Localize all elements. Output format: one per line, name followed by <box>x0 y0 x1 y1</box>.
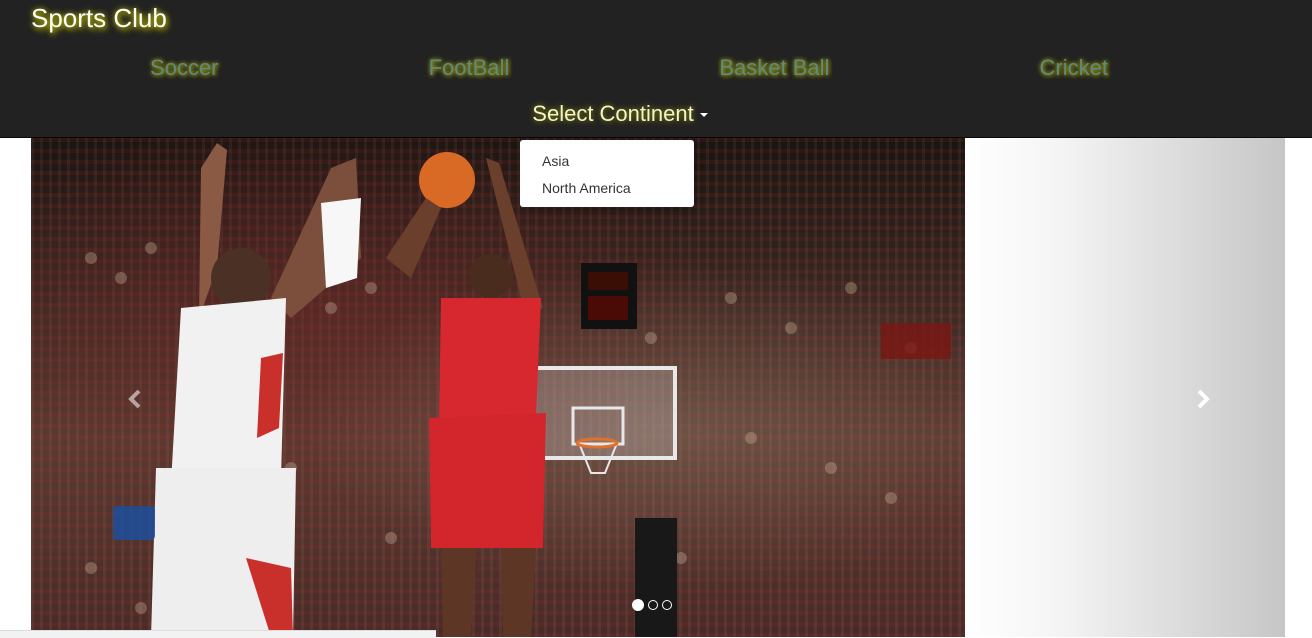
carousel-indicator-1[interactable] <box>632 599 644 611</box>
carousel-indicator-2[interactable] <box>648 600 658 610</box>
dropdown-item-north-america[interactable]: North America <box>520 175 694 202</box>
brand-title[interactable]: Sports Club <box>31 3 167 34</box>
nav-link-soccer[interactable]: Soccer <box>150 55 218 81</box>
dropdown-item-asia[interactable]: Asia <box>520 148 694 175</box>
sport-nav: Soccer FootBall Basket Ball Cricket <box>45 55 1213 81</box>
carousel-right-fade-panel <box>965 138 1285 637</box>
carousel-prev-control[interactable] <box>125 388 147 410</box>
caret-down-icon <box>699 113 708 118</box>
chevron-right-icon <box>1197 389 1210 409</box>
carousel-indicator-3[interactable] <box>662 600 672 610</box>
image-carousel <box>31 138 1285 637</box>
nav-link-cricket[interactable]: Cricket <box>1039 55 1107 81</box>
top-navbar: Sports Club Soccer FootBall Basket Ball … <box>0 0 1312 138</box>
nav-link-football[interactable]: FootBall <box>429 55 510 81</box>
select-continent-dropdown-toggle[interactable]: Select Continent <box>0 101 1240 127</box>
continent-dropdown-menu: Asia North America <box>520 140 694 207</box>
chevron-left-icon <box>128 389 141 409</box>
carousel-indicators <box>632 599 672 611</box>
select-continent-label: Select Continent <box>532 101 694 126</box>
basketball-scene-illustration <box>85 143 951 637</box>
basketball-slide-image <box>31 138 965 637</box>
nav-link-basketball[interactable]: Basket Ball <box>719 55 829 81</box>
carousel-next-control[interactable] <box>1192 388 1214 410</box>
